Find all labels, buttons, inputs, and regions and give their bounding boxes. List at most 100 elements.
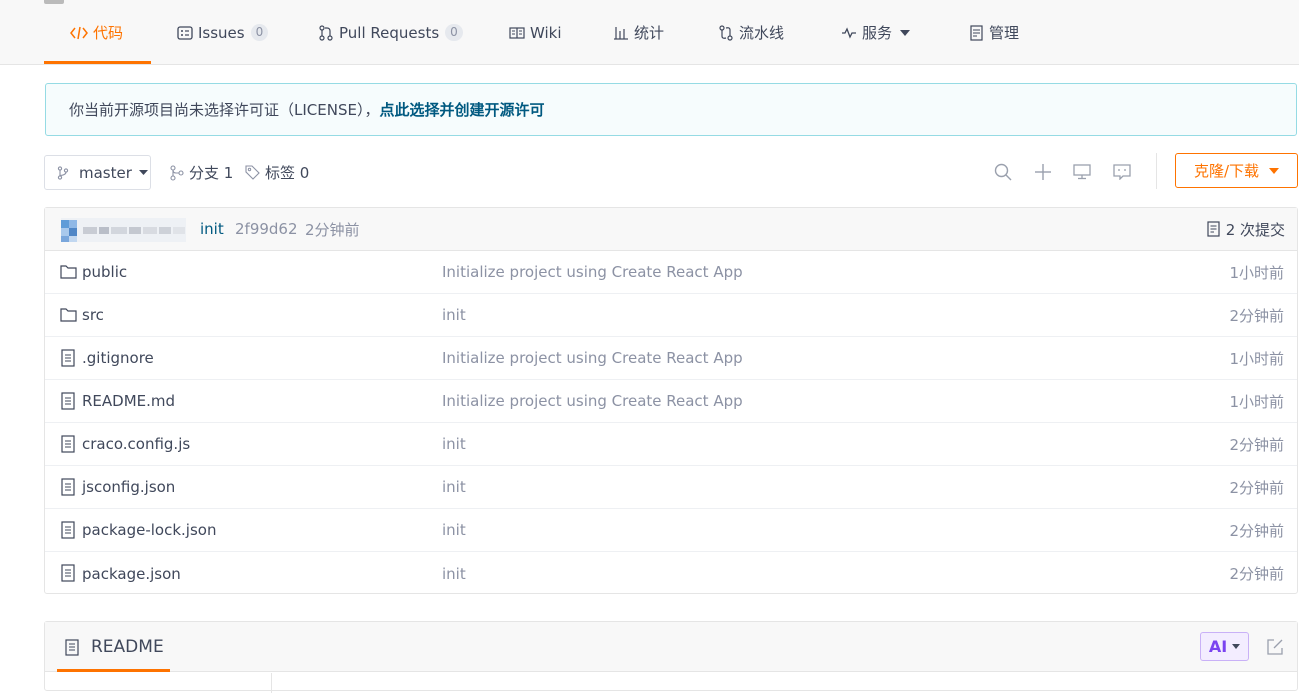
tab-manage[interactable]: 管理	[970, 0, 1019, 65]
active-tab-indicator	[44, 61, 151, 64]
file-commit-message[interactable]: init	[442, 435, 466, 453]
chevron-down-icon	[1232, 644, 1241, 649]
file-icon	[61, 349, 75, 367]
ai-label: AI	[1208, 637, 1228, 656]
tab-code[interactable]: 代码	[70, 0, 123, 65]
add-file-button[interactable]	[1031, 160, 1055, 184]
branch-icon	[170, 164, 184, 181]
file-commit-message[interactable]: init	[442, 565, 466, 583]
document-icon	[1207, 221, 1220, 237]
readme-header: README AI	[45, 622, 1297, 672]
file-commit-message[interactable]: Initialize project using Create React Ap…	[442, 392, 743, 410]
readme-tab-indicator	[57, 669, 170, 672]
table-row[interactable]: README.md Initialize project using Creat…	[45, 380, 1297, 423]
edit-icon[interactable]	[1265, 637, 1285, 657]
pipeline-icon	[719, 24, 733, 41]
issues-count-badge: 0	[250, 24, 269, 41]
table-row[interactable]: package-lock.json init 2分钟前	[45, 509, 1297, 552]
repo-icon-cut	[44, 0, 64, 4]
branches-count: 分支 1	[189, 164, 234, 182]
manage-icon	[970, 24, 983, 41]
file-commit-message[interactable]: Initialize project using Create React Ap…	[442, 263, 743, 281]
file-name-link[interactable]: package-lock.json	[82, 521, 216, 539]
ai-assistant-button[interactable]: AI	[1200, 632, 1249, 661]
branch-name: master	[79, 163, 132, 182]
branch-icon	[57, 165, 69, 180]
web-ide-button[interactable]	[1070, 160, 1094, 184]
tab-pipeline[interactable]: 流水线	[718, 0, 784, 65]
create-license-link[interactable]: 点此选择并创建开源许可	[379, 99, 544, 120]
table-row[interactable]: .gitignore Initialize project using Crea…	[45, 337, 1297, 380]
chevron-down-icon	[900, 29, 911, 36]
tab-code-label: 代码	[93, 24, 124, 42]
tab-pull-requests-label: Pull Requests	[339, 23, 440, 42]
license-notice: 你当前开源项目尚未选择许可证（LICENSE）， 点此选择并创建开源许可	[45, 83, 1297, 136]
commit-message-link[interactable]: init	[200, 220, 224, 238]
file-commit-time: 2分钟前	[1229, 435, 1284, 454]
table-row[interactable]: craco.config.js init 2分钟前	[45, 423, 1297, 466]
folder-icon	[60, 308, 77, 322]
tab-pull-requests[interactable]: Pull Requests 0	[318, 0, 463, 65]
file-commit-time: 2分钟前	[1229, 565, 1284, 583]
commit-hash-link[interactable]: 2f99d62	[235, 220, 298, 238]
tab-pipeline-label: 流水线	[739, 24, 785, 42]
tab-service-label: 服务	[862, 24, 893, 42]
pull-requests-count-badge: 0	[445, 24, 463, 41]
file-commit-time: 2分钟前	[1229, 521, 1284, 540]
table-row[interactable]: package.json init 2分钟前	[45, 552, 1297, 595]
monitor-icon	[1073, 164, 1091, 180]
readme-tab[interactable]: README	[65, 622, 164, 672]
file-icon	[61, 564, 75, 582]
repo-nav-bar: 代码 Issues 0 Pull Requests 0 Wiki 统计 流水线 …	[0, 0, 1299, 65]
comment-button[interactable]	[1110, 160, 1134, 184]
file-commit-time: 2分钟前	[1229, 478, 1284, 497]
toolbar-divider	[1156, 153, 1157, 189]
table-row[interactable]: jsconfig.json init 2分钟前	[45, 466, 1297, 509]
branches-link[interactable]: 分支 1	[170, 155, 233, 190]
commit-count-link[interactable]: 2 次提交	[1207, 219, 1285, 240]
tab-manage-label: 管理	[989, 24, 1020, 42]
table-row[interactable]: public Initialize project using Create R…	[45, 251, 1297, 294]
file-name-link[interactable]: src	[82, 306, 104, 324]
branch-select[interactable]: master	[44, 155, 151, 190]
file-commit-message[interactable]: Initialize project using Create React Ap…	[442, 349, 743, 367]
issues-icon	[177, 25, 193, 40]
tab-stats[interactable]: 统计	[613, 0, 664, 65]
file-name-link[interactable]: README.md	[82, 392, 175, 410]
readme-panel: README AI	[44, 621, 1298, 693]
code-icon	[70, 26, 88, 39]
tab-stats-label: 统计	[634, 24, 665, 42]
file-name-link[interactable]: package.json	[82, 565, 181, 583]
file-icon	[61, 435, 75, 453]
file-commit-time: 1小时前	[1229, 263, 1284, 282]
commit-count-label: 2 次提交	[1225, 220, 1285, 239]
readme-title: README	[91, 637, 164, 657]
tab-issues[interactable]: Issues 0	[177, 0, 269, 65]
search-icon	[994, 163, 1012, 181]
file-name-link[interactable]: jsconfig.json	[82, 478, 175, 496]
stats-icon	[614, 26, 628, 40]
pull-request-icon	[319, 24, 333, 41]
search-file-button[interactable]	[991, 160, 1015, 184]
file-name-link[interactable]: .gitignore	[82, 349, 154, 367]
table-row[interactable]: src init 2分钟前	[45, 294, 1297, 337]
file-name-link[interactable]: craco.config.js	[82, 435, 190, 453]
file-commit-message[interactable]: init	[442, 478, 466, 496]
file-icon	[61, 478, 75, 496]
tags-link[interactable]: 标签 0	[245, 155, 309, 190]
chevron-down-icon	[1269, 167, 1280, 174]
file-commit-message[interactable]: init	[442, 306, 466, 324]
chevron-down-icon	[138, 170, 148, 175]
tab-wiki[interactable]: Wiki	[509, 0, 562, 65]
folder-icon	[60, 265, 77, 279]
readme-toc-divider	[271, 673, 272, 693]
file-name-link[interactable]: public	[82, 263, 127, 281]
tag-icon	[245, 165, 260, 180]
tab-service[interactable]: 服务	[841, 0, 915, 65]
file-list: init 2f99d62 2分钟前 2 次提交 public Initializ…	[44, 207, 1298, 594]
avatar	[61, 218, 186, 242]
file-commit-time: 2分钟前	[1229, 306, 1284, 325]
file-commit-message[interactable]: init	[442, 521, 466, 539]
tab-wiki-label: Wiki	[530, 23, 562, 42]
clone-download-button[interactable]: 克隆/下载	[1175, 153, 1298, 188]
